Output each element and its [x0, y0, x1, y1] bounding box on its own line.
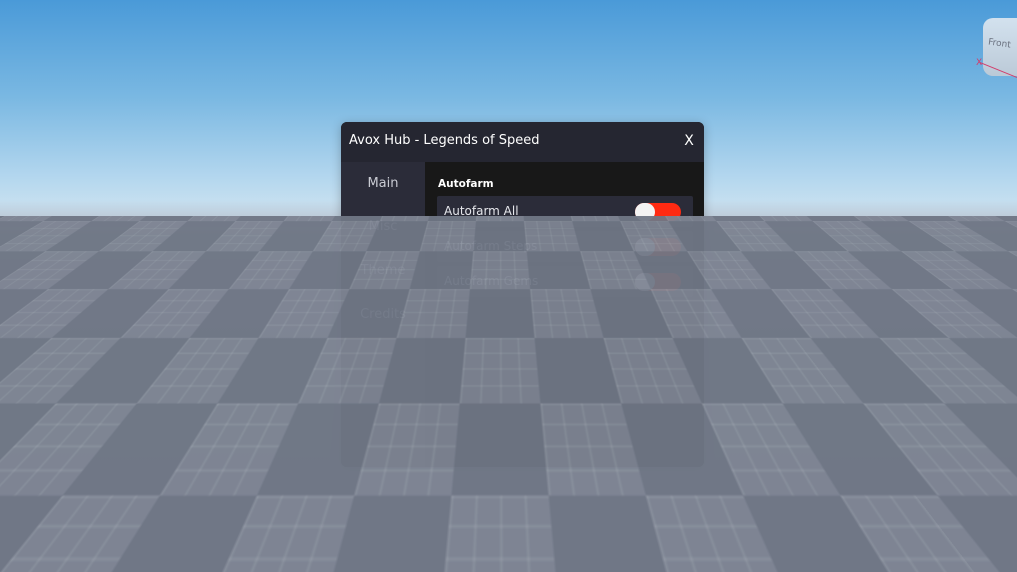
main-content: Autofarm Autofarm All Autofarm Steps Aut…: [425, 162, 704, 467]
window-titlebar[interactable]: Avox Hub - Legends of Speed X: [341, 122, 704, 162]
toggle-row-autofarm-all[interactable]: Autofarm All: [437, 196, 693, 227]
toggle-knob: [635, 273, 655, 291]
toggle-knob: [635, 238, 655, 256]
sidebar-item-theme[interactable]: Theme: [341, 258, 425, 284]
toggle-switch[interactable]: [635, 203, 681, 221]
toggle-label: Autofarm Steps: [444, 239, 537, 253]
toggle-switch[interactable]: [635, 273, 681, 291]
section-title: Autofarm: [438, 178, 494, 190]
toggle-label: Autofarm Gems: [444, 274, 538, 288]
x-axis-label: X: [976, 58, 982, 68]
window-title: Avox Hub - Legends of Speed: [349, 133, 540, 148]
toggle-row-autofarm-gems[interactable]: Autofarm Gems: [437, 266, 693, 297]
sidebar-item-main[interactable]: Main: [341, 171, 425, 197]
toggle-label: Autofarm All: [444, 204, 519, 218]
sidebar-item-misc[interactable]: Misc: [341, 214, 425, 240]
sidebar-item-credits[interactable]: Credits: [341, 302, 425, 328]
close-button[interactable]: X: [683, 132, 695, 150]
toggle-row-autofarm-steps[interactable]: Autofarm Steps: [437, 231, 693, 262]
toggle-switch[interactable]: [635, 238, 681, 256]
hub-window: Avox Hub - Legends of Speed X Main Misc …: [341, 122, 704, 467]
sidebar: Main Misc Theme Credits: [341, 162, 425, 467]
toggle-knob: [635, 203, 655, 221]
